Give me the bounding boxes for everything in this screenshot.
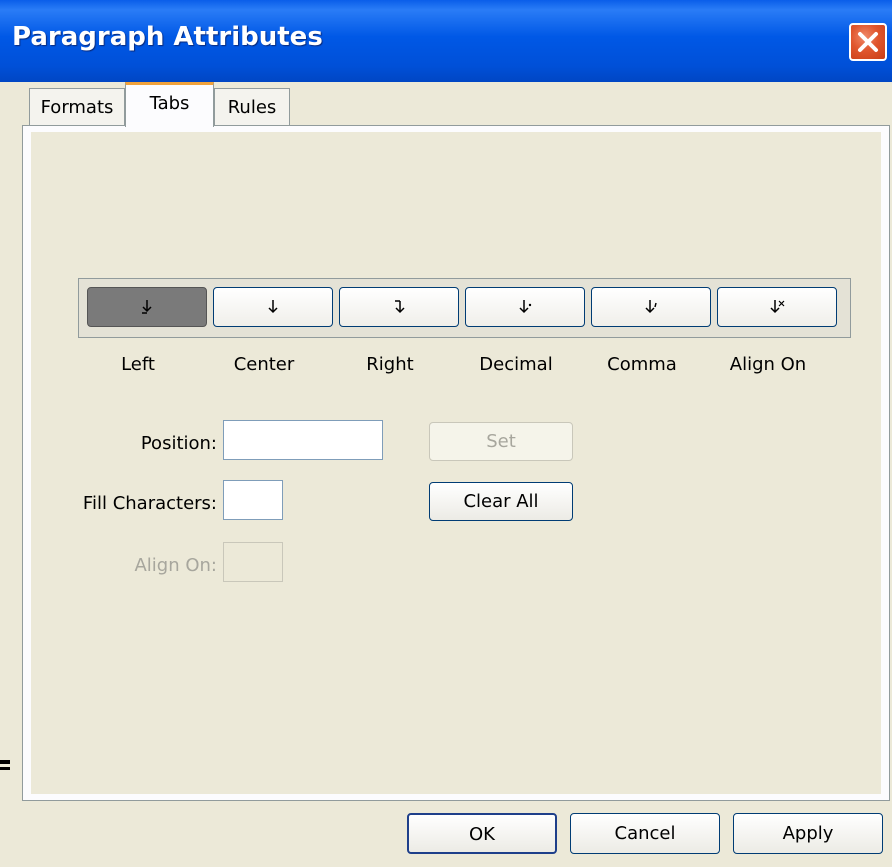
close-icon [858,32,878,52]
tab-align-on-button[interactable] [717,287,837,327]
tab-formats[interactable]: Formats [29,88,125,126]
label-left: Left [121,354,155,375]
tab-tabs[interactable]: Tabs [125,82,214,127]
fill-characters-input[interactable] [223,480,283,520]
label-center: Center [233,354,295,375]
tab-decimal-icon [519,300,532,314]
title-bar[interactable]: Paragraph Attributes [0,0,892,82]
tab-center-button[interactable] [213,287,333,327]
set-button[interactable]: Set [429,422,573,461]
tab-comma-button[interactable] [591,287,711,327]
tab-left-icon [142,300,152,314]
label-comma: Comma [607,354,677,375]
tab-decimal-button[interactable] [465,287,585,327]
clear-all-button[interactable]: Clear All [429,482,573,521]
position-label: Position: [140,433,217,454]
label-align-on: Align On [729,354,807,375]
label-decimal: Decimal [479,354,553,375]
tab-right-icon [395,300,405,314]
fill-characters-label: Fill Characters: [82,493,217,514]
close-button[interactable] [849,23,887,61]
apply-button[interactable]: Apply [733,813,883,854]
dialog-title: Paragraph Attributes [12,22,323,52]
tab-rules[interactable]: Rules [214,88,290,126]
tab-center-icon [268,300,278,314]
label-right: Right [366,354,414,375]
tab-alignment-group [78,278,851,338]
align-on-label: Align On: [134,555,217,576]
align-on-input[interactable] [223,542,283,582]
ok-button[interactable]: OK [407,813,557,854]
tab-left-button[interactable] [87,287,207,327]
tabs-panel-content: Left Center Right Decimal Comma Align On… [31,132,881,794]
tab-right-button[interactable] [339,287,459,327]
tabs-panel: Left Center Right Decimal Comma Align On… [22,125,890,801]
tab-align-on-icon [770,300,785,314]
edge-artifact-line [0,767,10,770]
position-input[interactable] [223,420,383,460]
tab-comma-icon [645,300,657,314]
cancel-button[interactable]: Cancel [570,813,720,854]
edge-artifact [0,760,10,764]
